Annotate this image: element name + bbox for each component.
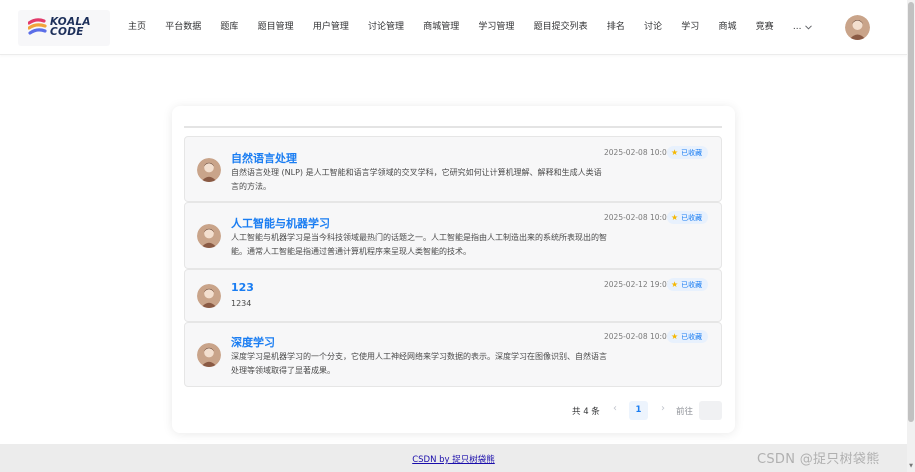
- favorite-date: 2025-02-08 10:00: [604, 332, 672, 341]
- avatar-image: [197, 158, 221, 182]
- nav-item-contest[interactable]: 竞赛: [746, 0, 783, 55]
- pagination-total: 共 4 条: [572, 407, 600, 417]
- logo-text-line2: CODE: [50, 26, 84, 38]
- favorite-description: 深度学习是机器学习的一个分支，它使用人工神经网络来学习数据的表示。深度学习在图像…: [231, 352, 607, 375]
- author-avatar: [197, 284, 221, 308]
- scrollbar-thumb[interactable]: [908, 2, 914, 422]
- nav-item-user-management[interactable]: 用户管理: [303, 0, 358, 55]
- nav-item-platform-data[interactable]: 平台数据: [156, 0, 211, 55]
- nav-more-menu[interactable]: ...: [783, 0, 822, 55]
- pagination-goto-input[interactable]: [699, 401, 722, 420]
- favorite-item[interactable]: 123 1234 2025-02-12 19:05 ★ 已收藏: [184, 269, 722, 322]
- favorited-badge-label: 已收藏: [681, 332, 703, 341]
- nav-item-submission-list[interactable]: 题目提交列表: [524, 0, 597, 55]
- favorite-description: 自然语言处理 (NLP) 是人工智能和语言学领域的交叉学科，它研究如何让计算机理…: [231, 168, 602, 191]
- nav-item-home[interactable]: 主页: [128, 0, 156, 55]
- favorites-panel: 自然语言处理 自然语言处理 (NLP) 是人工智能和语言学领域的交叉学科，它研究…: [172, 106, 735, 433]
- chevron-right-icon: ›: [661, 403, 665, 414]
- logo-icon: [28, 18, 47, 35]
- author-avatar: [197, 343, 221, 367]
- nav-item-learning[interactable]: 学习: [672, 0, 709, 55]
- nav-item-learning-management[interactable]: 学习管理: [469, 0, 524, 55]
- pagination-prev-button[interactable]: ‹: [608, 403, 622, 414]
- user-avatar[interactable]: [845, 15, 870, 40]
- favorite-item[interactable]: 人工智能与机器学习 人工智能与机器学习是当今科技领域最热门的话题之一。人工智能是…: [184, 202, 722, 269]
- nav-item-ranking[interactable]: 排名: [597, 0, 634, 55]
- csdn-watermark: CSDN @捉只树袋熊: [757, 452, 880, 467]
- nav-item-discussion[interactable]: 讨论: [634, 0, 671, 55]
- favorite-title[interactable]: 人工智能与机器学习: [231, 215, 330, 231]
- favorited-badge-label: 已收藏: [681, 280, 703, 289]
- favorite-date: 2025-02-08 10:00: [604, 213, 672, 222]
- star-icon: ★: [671, 212, 679, 222]
- favorite-title[interactable]: 深度学习: [231, 334, 275, 350]
- avatar-image: [197, 284, 221, 308]
- avatar-image: [845, 15, 870, 40]
- favorited-badge[interactable]: ★ 已收藏: [667, 211, 709, 224]
- favorite-title[interactable]: 自然语言处理: [231, 150, 297, 166]
- nav-more-label: ...: [792, 22, 802, 32]
- favorite-title[interactable]: 123: [231, 281, 254, 294]
- scroll-down-arrow-icon[interactable]: ▼: [908, 463, 914, 469]
- nav-item-store-management[interactable]: 商城管理: [414, 0, 469, 55]
- vertical-scrollbar[interactable]: ▼: [907, 0, 915, 472]
- favorite-description: 1234: [231, 299, 252, 308]
- author-avatar: [197, 158, 221, 182]
- star-icon: ★: [671, 331, 679, 341]
- favorited-badge[interactable]: ★ 已收藏: [667, 278, 709, 291]
- chevron-left-icon: ‹: [613, 403, 617, 414]
- favorite-description: 人工智能与机器学习是当今科技领域最热门的话题之一。人工智能是指由人工制造出来的系…: [231, 233, 607, 256]
- avatar-image: [197, 224, 221, 248]
- logo-text: KOALA CODE: [50, 17, 91, 38]
- top-header: KOALA CODE 主页 平台数据 题库 题目管理 用户管理 讨论管理 商城管…: [0, 0, 907, 55]
- avatar-image: [197, 343, 221, 367]
- favorited-badge[interactable]: ★ 已收藏: [667, 146, 709, 159]
- main-nav: 主页 平台数据 题库 题目管理 用户管理 讨论管理 商城管理 学习管理 题目提交…: [128, 0, 822, 55]
- site-logo[interactable]: KOALA CODE: [18, 10, 110, 46]
- favorited-badge-label: 已收藏: [681, 148, 703, 157]
- chevron-down-icon: [805, 25, 813, 30]
- pagination-page-button[interactable]: 1: [629, 401, 648, 420]
- nav-item-problem-bank[interactable]: 题库: [211, 0, 248, 55]
- favorited-badge-label: 已收藏: [681, 213, 703, 222]
- favorite-item[interactable]: 自然语言处理 自然语言处理 (NLP) 是人工智能和语言学领域的交叉学科，它研究…: [184, 136, 722, 202]
- nav-item-store[interactable]: 商城: [709, 0, 746, 55]
- star-icon: ★: [671, 147, 679, 157]
- favorite-item[interactable]: 深度学习 深度学习是机器学习的一个分支，它使用人工神经网络来学习数据的表示。深度…: [184, 322, 722, 387]
- favorite-date: 2025-02-12 19:05: [604, 280, 672, 289]
- favorite-date: 2025-02-08 10:00: [604, 148, 672, 157]
- author-avatar: [197, 224, 221, 248]
- star-icon: ★: [671, 279, 679, 289]
- panel-divider: [184, 126, 722, 128]
- nav-item-discussion-management[interactable]: 讨论管理: [358, 0, 413, 55]
- nav-item-problem-management[interactable]: 题目管理: [248, 0, 303, 55]
- favorited-badge[interactable]: ★ 已收藏: [667, 330, 709, 343]
- pagination-next-button[interactable]: ›: [656, 403, 670, 414]
- pagination-goto-label: 前往: [676, 407, 694, 417]
